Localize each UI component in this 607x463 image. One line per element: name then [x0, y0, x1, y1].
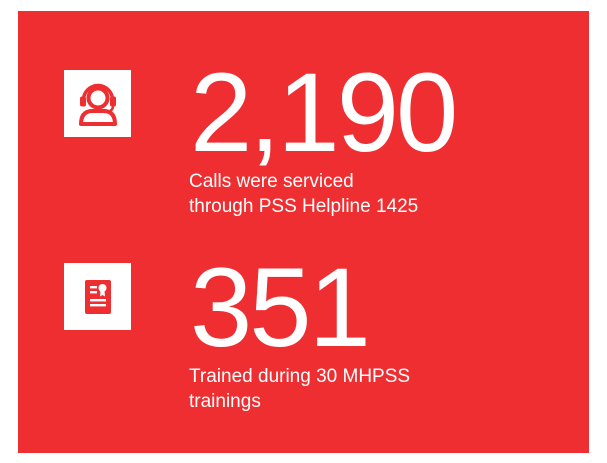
- stat-caption: Calls were serviced through PSS Helpline…: [189, 171, 419, 217]
- stats-panel: 2,190 Calls were serviced through PSS He…: [18, 11, 589, 453]
- icon-tile: [64, 70, 131, 137]
- headset-user-icon: [78, 83, 117, 126]
- certificate-icon: [84, 279, 111, 314]
- stat-value: 2,190: [190, 50, 458, 175]
- stat-caption: Trained during 30 MHPSS trainings: [189, 366, 411, 412]
- icon-tile: [64, 263, 131, 330]
- stat-value: 351: [190, 245, 371, 370]
